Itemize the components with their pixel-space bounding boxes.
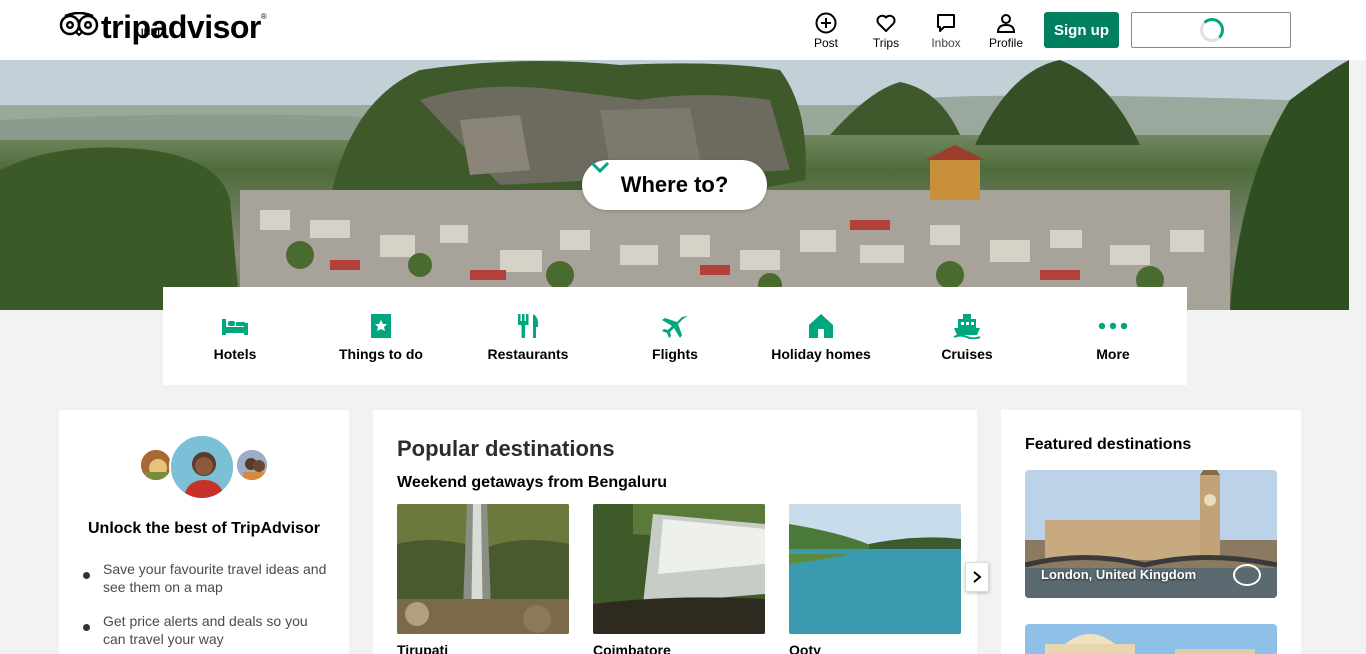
traveller-avatars: [139, 434, 269, 500]
benefit-item: Get price alerts and deals so you can tr…: [81, 612, 331, 648]
nav-inbox[interactable]: Inbox: [920, 12, 972, 50]
house-icon: [809, 314, 833, 338]
category-more[interactable]: More: [1053, 313, 1173, 362]
category-flights[interactable]: Flights: [615, 313, 735, 362]
weekend-getaways-subtitle: Weekend getaways from Bengaluru: [397, 474, 667, 491]
chevron-down-icon: [590, 161, 610, 174]
category-cruises[interactable]: Cruises: [907, 313, 1027, 362]
avatar: [169, 434, 235, 500]
ship-icon: [953, 314, 981, 339]
category-flights-label: Flights: [652, 346, 698, 362]
owl-logo-icon: [59, 11, 99, 37]
nav-post[interactable]: Post: [800, 12, 852, 50]
bed-icon: [222, 319, 248, 335]
featured-destinations-card: Featured destinations London, United Kin…: [1001, 410, 1301, 654]
destination-name: Ooty: [789, 642, 821, 654]
nav-inbox-label: Inbox: [931, 36, 961, 50]
unlock-title: Unlock the best of TripAdvisor: [87, 520, 321, 537]
destination-card-coimbatore[interactable]: Coimbatore: [593, 504, 765, 654]
ticket-icon: [371, 314, 391, 338]
avatar: [235, 448, 269, 482]
popular-destinations-card: Popular destinations Weekend getaways fr…: [373, 410, 989, 654]
nav-post-label: Post: [813, 36, 838, 50]
destination-name: Tirupati: [397, 642, 449, 654]
category-bar: Hotels Things to do Restaurants Flights …: [163, 287, 1187, 385]
avatar: [139, 448, 173, 482]
category-holiday-homes[interactable]: Holiday homes: [761, 313, 881, 362]
nav-trips[interactable]: Trips: [860, 12, 912, 50]
featured-destination-label: London, United Kingdom: [1041, 567, 1197, 582]
category-restaurants[interactable]: Restaurants: [468, 313, 588, 362]
owl-badge-icon: [1233, 564, 1261, 586]
nav-profile-label: Profile: [988, 36, 1023, 50]
benefits-list: Save your favourite travel ideas and see…: [81, 560, 331, 654]
category-restaurants-label: Restaurants: [487, 346, 569, 362]
loading-spinner-icon: [1200, 18, 1224, 42]
destination-card-tirupati[interactable]: Tirupati: [397, 504, 569, 654]
fork-knife-icon: [518, 314, 539, 338]
nav-trips-label: Trips: [872, 36, 900, 50]
where-to-search-button[interactable]: Where to?: [582, 160, 767, 210]
category-more-label: More: [1096, 346, 1130, 362]
carousel-next-button[interactable]: [965, 562, 989, 592]
message-icon: [937, 14, 955, 32]
category-hotels-label: Hotels: [213, 346, 257, 362]
featured-card-london[interactable]: London, United Kingdom: [1025, 470, 1277, 598]
popular-destinations-title: Popular destinations: [397, 436, 615, 461]
where-to-label: Where to?: [620, 172, 729, 197]
heart-icon: [876, 14, 896, 32]
featured-card-second[interactable]: [1025, 624, 1277, 654]
category-holiday-homes-label: Holiday homes: [771, 346, 871, 362]
logo-wordmark: tripadvisor: [101, 9, 261, 45]
category-things-to-do[interactable]: Things to do: [321, 313, 441, 362]
chevron-right-icon: [973, 571, 982, 583]
airplane-icon: [662, 316, 688, 338]
sign-up-button[interactable]: Sign up: [1044, 12, 1119, 48]
featured-destinations-title: Featured destinations: [1025, 436, 1192, 453]
featured-destination-image: [1025, 624, 1277, 654]
unlock-benefits-card: Unlock the best of TripAdvisor Save your…: [59, 410, 349, 654]
category-hotels[interactable]: Hotels: [175, 313, 295, 362]
ooty-image: [789, 504, 961, 634]
plus-circle-icon: [815, 12, 837, 34]
hero-banner: Where to?: [0, 60, 1349, 310]
benefit-item: Save your favourite travel ideas and see…: [81, 560, 331, 596]
nav-profile[interactable]: Profile: [980, 12, 1032, 50]
logo-country-label: INDIA: [141, 27, 167, 37]
category-cruises-label: Cruises: [941, 346, 993, 362]
logo-registered-mark: ®: [260, 12, 267, 21]
currency-selector[interactable]: [1131, 12, 1291, 48]
coimbatore-image: [593, 504, 765, 634]
person-icon: [996, 14, 1016, 33]
destination-card-ooty[interactable]: Ooty: [789, 504, 961, 654]
top-header: tripadvisor ® INDIA Post Trips Inbox Pro…: [0, 0, 1366, 60]
dots-icon: [1098, 322, 1128, 330]
destination-name: Coimbatore: [593, 642, 671, 654]
tirupati-image: [397, 504, 569, 634]
category-things-to-do-label: Things to do: [339, 346, 423, 362]
